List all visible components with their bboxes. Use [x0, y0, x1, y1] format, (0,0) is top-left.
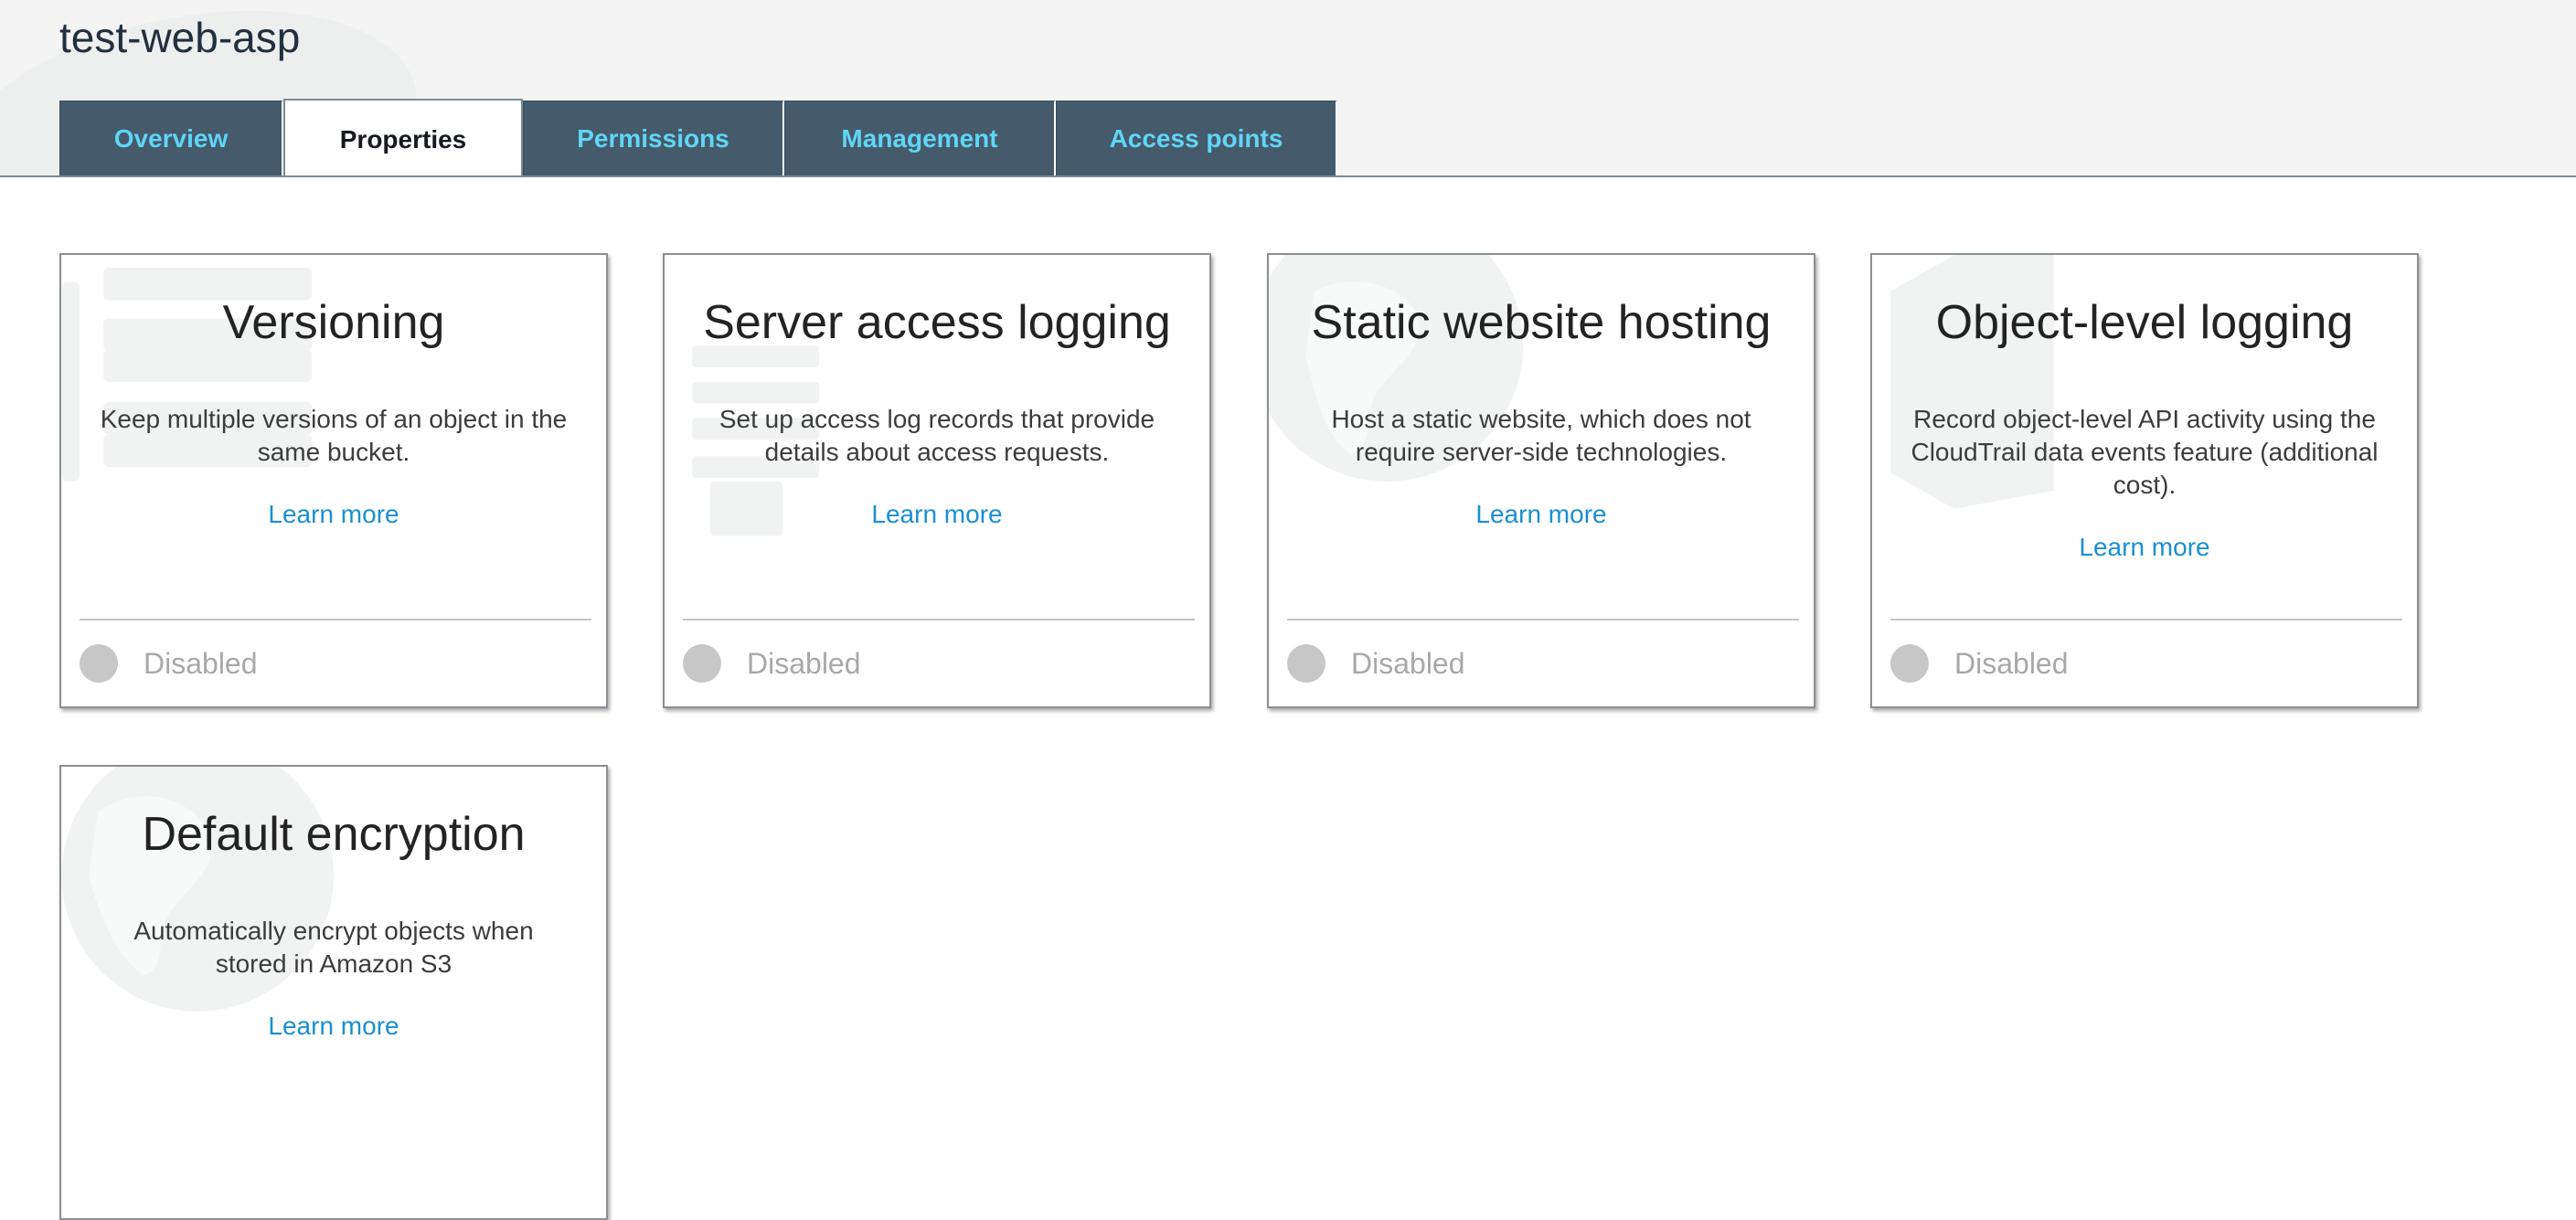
server-access-logging-card[interactable]: Server access logging Set up access log … [663, 253, 1211, 708]
card-title: Server access logging [703, 296, 1171, 349]
card-divider [683, 619, 1195, 621]
tab-overview[interactable]: Overview [59, 101, 283, 175]
status-indicator-icon [1890, 644, 1929, 683]
card-divider [1890, 619, 2402, 621]
status-indicator-icon [1287, 644, 1325, 683]
status-label: Disabled [144, 646, 258, 680]
card-divider [1287, 619, 1799, 621]
bucket-name-title: test-web-asp [59, 14, 301, 61]
status: Disabled [1890, 644, 2069, 683]
tab-properties[interactable]: Properties [283, 99, 523, 175]
versioning-card[interactable]: Versioning Keep multiple versions of an … [59, 253, 608, 708]
card-description: Keep multiple versions of an object in t… [100, 405, 568, 466]
status: Disabled [683, 644, 861, 683]
learn-more-link[interactable]: Learn more [61, 500, 606, 529]
bucket-tabs: Overview Properties Permissions Manageme… [59, 99, 1337, 175]
learn-more-link[interactable]: Learn more [1269, 500, 1814, 529]
card-title: Object-level logging [1935, 296, 2354, 349]
static-website-hosting-card[interactable]: Static website hosting Host a static web… [1267, 253, 1815, 708]
status-indicator-icon [80, 644, 118, 683]
card-description: Host a static website, which does not re… [1331, 405, 1751, 466]
card-description: Record object-level API activity using t… [1911, 405, 2379, 499]
object-level-logging-card[interactable]: Object-level logging Record object-level… [1870, 253, 2419, 708]
learn-more-link[interactable]: Learn more [665, 500, 1209, 529]
card-description: Automatically encrypt objects when store… [133, 917, 534, 978]
card-description: Set up access log records that provide d… [719, 405, 1155, 466]
card-title: Default encryption [142, 808, 526, 861]
tab-management[interactable]: Management [784, 101, 1056, 175]
status: Disabled [80, 644, 258, 683]
tab-permissions[interactable]: Permissions [523, 101, 784, 175]
status-label: Disabled [1954, 646, 2069, 680]
status-label: Disabled [1351, 646, 1465, 680]
default-encryption-card[interactable]: Default encryption Automatically encrypt… [59, 765, 608, 1220]
learn-more-link[interactable]: Learn more [1872, 533, 2417, 562]
card-title: Versioning [222, 296, 445, 349]
status: Disabled [1287, 644, 1465, 683]
learn-more-link[interactable]: Learn more [61, 1012, 606, 1041]
tab-access-points[interactable]: Access points [1056, 101, 1337, 175]
status-label: Disabled [747, 646, 861, 680]
bucket-header: test-web-asp Overview Properties Permiss… [0, 0, 2576, 177]
card-divider [80, 619, 591, 621]
status-indicator-icon [683, 644, 721, 683]
card-title: Static website hosting [1311, 296, 1772, 349]
